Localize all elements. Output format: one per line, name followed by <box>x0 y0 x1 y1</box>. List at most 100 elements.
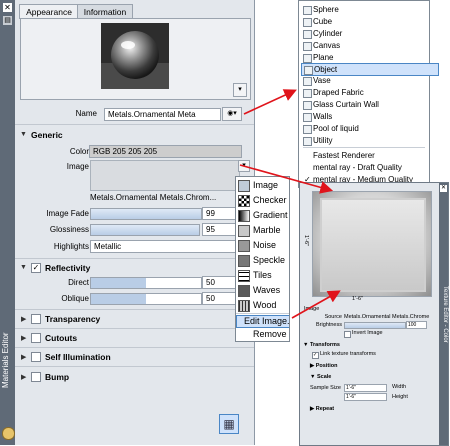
position-header[interactable]: ▶ Position <box>310 363 337 369</box>
walls-icon <box>303 113 312 122</box>
texture-editor-close-icon[interactable]: ✕ <box>440 185 447 192</box>
name-label: Name <box>75 109 97 118</box>
sample-width-field[interactable]: 1'-6" <box>344 384 387 392</box>
sample-height-field[interactable]: 1'-6" <box>344 393 387 401</box>
invert-image-checkbox[interactable] <box>344 331 351 338</box>
menu-item-draped-fabric[interactable]: Draped Fabric <box>301 87 437 98</box>
image-label: Image <box>66 162 89 171</box>
self-illumination-checkbox[interactable] <box>31 352 41 362</box>
material-name-field[interactable]: Metals.Ornamental Meta <box>104 108 221 121</box>
utility-icon <box>303 137 312 146</box>
palette-title: Materials Editor <box>1 332 10 388</box>
scale-header[interactable]: ▼ Scale <box>310 374 331 380</box>
collapse-generic-icon[interactable]: ▼ <box>20 131 27 138</box>
divider <box>15 347 254 348</box>
menu-item-noise[interactable]: Noise <box>236 238 289 252</box>
divider <box>15 366 254 367</box>
menu-item-checker[interactable]: Checker <box>236 193 289 207</box>
width-label: Width <box>392 384 407 390</box>
collapse-icon: ▼ <box>303 342 310 348</box>
oblique-label: Oblique <box>61 294 89 303</box>
panel-menu-icon[interactable]: ▤ <box>3 16 12 25</box>
link-transforms-checkbox[interactable]: ✓ <box>312 352 319 359</box>
transparency-section-title: Transparency <box>45 314 101 324</box>
height-label: Height <box>392 394 408 400</box>
fabric-icon <box>303 89 312 98</box>
expand-cutouts-icon[interactable]: ▶ <box>21 334 26 342</box>
object-icon <box>304 66 313 75</box>
color-swatch-field[interactable]: RGB 205 205 205 <box>89 145 242 158</box>
cutouts-section-title: Cutouts <box>45 333 78 343</box>
brightness-slider[interactable] <box>344 322 406 329</box>
brightness-field[interactable]: 100 <box>406 321 427 329</box>
expand-transparency-icon[interactable]: ▶ <box>21 315 26 323</box>
menu-item-pool-of-liquid[interactable]: Pool of liquid <box>301 123 437 134</box>
canvas-icon <box>303 42 312 51</box>
menu-item-gradient[interactable]: Gradient <box>236 208 289 222</box>
menu-item-vase[interactable]: Vase <box>301 75 437 86</box>
transparency-checkbox[interactable] <box>31 314 41 324</box>
menu-item-mental-ray-draft[interactable]: mental ray - Draft Quality <box>301 162 437 173</box>
menu-item-utility[interactable]: Utility <box>301 135 437 146</box>
texture-editor-title: Texture Editor - Color <box>439 183 448 445</box>
glossiness-slider[interactable] <box>90 224 200 236</box>
direct-slider[interactable] <box>90 277 202 289</box>
glass-wall-icon <box>303 101 312 110</box>
layout-toggle-icon[interactable]: ▦ <box>219 414 239 434</box>
self-illumination-section-title: Self Illumination <box>45 352 111 362</box>
waves-icon <box>238 285 250 297</box>
menu-item-sphere[interactable]: Sphere <box>301 4 437 15</box>
image-thumbnail[interactable] <box>90 160 240 191</box>
menu-item-wood[interactable]: Wood <box>236 298 289 312</box>
highlights-select[interactable]: Metallic <box>90 240 245 253</box>
menu-item-remove-image[interactable]: Remove Imag <box>236 327 289 341</box>
image-file-name: Metals.Ornamental Metals.Chrom... <box>90 193 217 202</box>
menu-item-plane[interactable]: Plane <box>301 52 437 63</box>
link-transforms-label: Link texture transforms <box>320 351 376 357</box>
tab-information[interactable]: Information <box>77 4 133 19</box>
preview-options-button[interactable]: ▾ <box>233 83 247 97</box>
repeat-header[interactable]: ▶ Repeat <box>310 406 334 412</box>
menu-item-glass-curtain-wall[interactable]: Glass Curtain Wall <box>301 99 437 110</box>
menu-item-fastest-renderer[interactable]: Fastest Renderer <box>301 150 437 161</box>
menu-item-waves[interactable]: Waves <box>236 283 289 297</box>
glossiness-label: Glossiness <box>49 225 89 234</box>
menu-item-marble[interactable]: Marble <box>236 223 289 237</box>
divider <box>15 328 254 329</box>
menu-item-walls[interactable]: Walls <box>301 111 437 122</box>
palette-icon[interactable] <box>2 427 15 440</box>
close-icon[interactable]: ✕ <box>3 3 12 12</box>
texture-preview <box>312 191 432 297</box>
pool-icon <box>303 125 312 134</box>
tab-appearance[interactable]: Appearance <box>19 4 79 19</box>
vase-icon <box>303 77 312 86</box>
checker-icon <box>238 195 250 207</box>
image-fade-label: Image Fade <box>46 209 89 218</box>
oblique-slider[interactable] <box>90 293 202 305</box>
divider <box>15 258 254 259</box>
image-fade-slider[interactable] <box>90 208 202 220</box>
menu-item-tiles[interactable]: Tiles <box>236 268 289 282</box>
expand-bump-icon[interactable]: ▶ <box>21 373 26 381</box>
texture-width-tick: 1'-6" <box>352 296 363 302</box>
menu-item-canvas[interactable]: Canvas <box>301 40 437 51</box>
bump-section-title: Bump <box>45 372 70 382</box>
menu-item-cube[interactable]: Cube <box>301 16 437 27</box>
name-options-button[interactable]: ◉▾ <box>222 107 242 121</box>
menu-item-speckle[interactable]: Speckle <box>236 253 289 267</box>
generic-section-title: Generic <box>31 130 63 140</box>
image-dropdown-button[interactable]: ▾ <box>238 160 250 172</box>
menu-item-image[interactable]: Image <box>236 178 289 192</box>
collapse-reflectivity-icon[interactable]: ▼ <box>20 264 27 271</box>
reflectivity-section-title: Reflectivity <box>45 263 91 273</box>
reflectivity-checkbox[interactable]: ✓ <box>31 263 41 273</box>
bump-checkbox[interactable] <box>31 372 41 382</box>
cutouts-checkbox[interactable] <box>31 333 41 343</box>
transforms-header[interactable]: ▼ Transforms <box>303 342 340 348</box>
texture-height-tick: 1'-6" <box>303 235 309 246</box>
expand-self-illumination-icon[interactable]: ▶ <box>21 353 26 361</box>
materials-editor-panel: Appearance Information ▾ Name Metals.Orn… <box>15 0 255 445</box>
menu-item-cylinder[interactable]: Cylinder <box>301 28 437 39</box>
source-value[interactable]: Metals.Ornamental Metals.Chrome <box>344 314 429 320</box>
highlights-label: Highlights <box>53 242 89 251</box>
